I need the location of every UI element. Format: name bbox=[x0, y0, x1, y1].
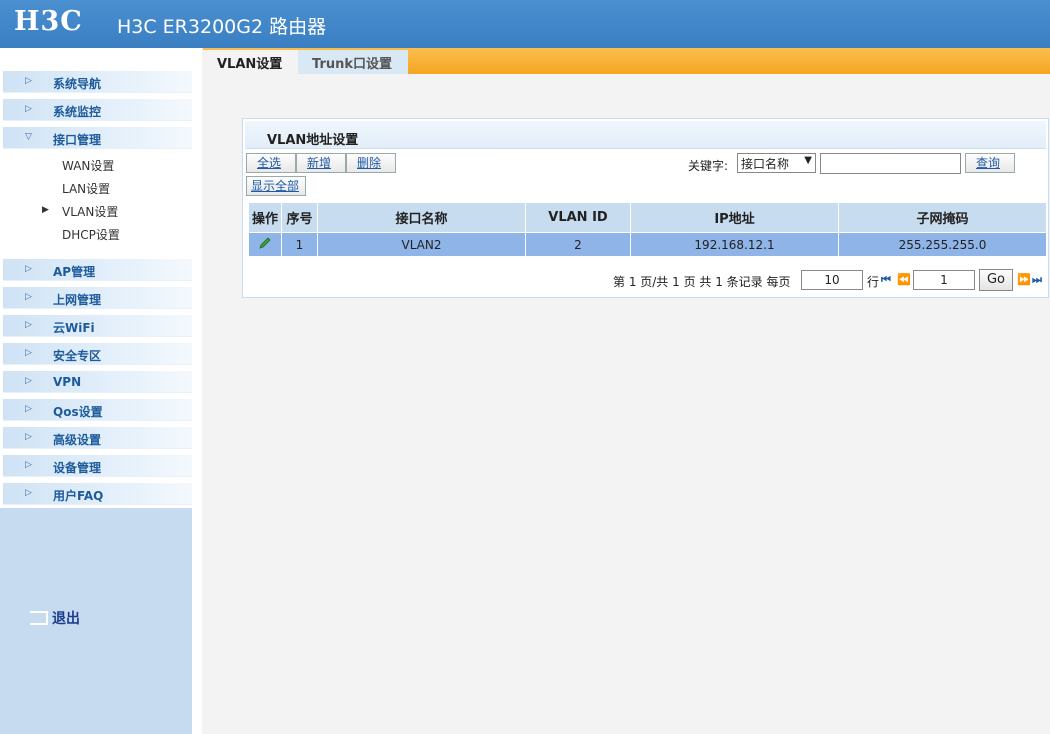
collapsed-arrow-icon: ▷ bbox=[25, 488, 32, 498]
nav-item-internet-management[interactable]: ▷ 上网管理 bbox=[3, 287, 192, 309]
pager: 第 1 页/共 1 页 共 1 条记录 每页 10 行 ⏮ ⏪ 1 Go ⏩ ⏭ bbox=[613, 269, 1043, 291]
col-action: 操作 bbox=[248, 202, 282, 233]
row-index: 1 bbox=[281, 232, 318, 257]
table-row[interactable]: 1 VLAN2 2 192.168.12.1 255.255.255.0 bbox=[248, 232, 1047, 257]
add-button[interactable]: 新增 bbox=[296, 153, 346, 173]
page-number-input[interactable]: 1 bbox=[913, 270, 975, 290]
vlan-address-panel: VLAN地址设置 全选 新增 删除 显示全部 关键字: 接口名称 ▼ 查询 操作 … bbox=[242, 118, 1049, 298]
col-interface-name: 接口名称 bbox=[317, 202, 526, 233]
nav-item-cloud-wifi[interactable]: ▷ 云WiFi bbox=[3, 315, 192, 337]
tab-trunk-settings[interactable]: Trunk口设置 bbox=[298, 50, 408, 74]
nav-item-ap[interactable]: ▷ AP管理 bbox=[3, 259, 192, 281]
panel-header: VLAN地址设置 bbox=[245, 121, 1046, 149]
next-page-icon[interactable]: ⏩ bbox=[1017, 273, 1031, 286]
panel-title: VLAN地址设置 bbox=[267, 133, 359, 148]
tab-bar: VLAN设置 Trunk口设置 bbox=[203, 48, 1050, 74]
sub-item-dhcp[interactable]: DHCP设置 bbox=[62, 226, 120, 243]
delete-button[interactable]: 删除 bbox=[346, 153, 396, 173]
row-subnet-mask: 255.255.255.0 bbox=[838, 232, 1047, 257]
product-title: H3C ER3200G2 路由器 bbox=[117, 16, 327, 38]
query-button[interactable]: 查询 bbox=[965, 153, 1015, 173]
nav-item-faq[interactable]: ▷ 用户FAQ bbox=[3, 483, 192, 505]
per-page-input[interactable]: 10 bbox=[801, 270, 863, 290]
collapsed-arrow-icon: ▷ bbox=[25, 292, 32, 302]
h3c-logo: H3C bbox=[14, 6, 83, 37]
col-index: 序号 bbox=[281, 202, 318, 233]
col-ip-address: IP地址 bbox=[630, 202, 839, 233]
nav-item-system-nav[interactable]: ▷ 系统导航 bbox=[3, 71, 192, 93]
chevron-down-icon: ▼ bbox=[804, 155, 812, 166]
collapsed-arrow-icon: ▷ bbox=[25, 432, 32, 442]
keyword-select[interactable]: 接口名称 ▼ bbox=[737, 153, 816, 173]
nav-item-advanced[interactable]: ▷ 高级设置 bbox=[3, 427, 192, 449]
row-ip-address: 192.168.12.1 bbox=[630, 232, 839, 257]
collapsed-arrow-icon: ▷ bbox=[25, 348, 32, 358]
collapsed-arrow-icon: ▷ bbox=[25, 404, 32, 414]
collapsed-arrow-icon: ▷ bbox=[25, 264, 32, 274]
show-all-button[interactable]: 显示全部 bbox=[246, 176, 306, 196]
row-unit-label: 行 bbox=[867, 275, 880, 289]
prev-page-icon[interactable]: ⏪ bbox=[897, 273, 911, 286]
nav-item-interface-management[interactable]: ▽ 接口管理 bbox=[3, 127, 192, 149]
collapsed-arrow-icon: ▷ bbox=[25, 376, 32, 386]
header: H3C H3C ER3200G2 路由器 bbox=[0, 0, 1050, 48]
go-button[interactable]: Go bbox=[979, 269, 1013, 291]
tab-vlan-settings[interactable]: VLAN设置 bbox=[203, 50, 298, 74]
logout-button[interactable]: 退出 bbox=[30, 608, 80, 628]
sub-item-wan[interactable]: WAN设置 bbox=[62, 157, 114, 174]
edit-cell[interactable] bbox=[248, 232, 282, 257]
col-vlan-id: VLAN ID bbox=[525, 202, 631, 233]
select-all-button[interactable]: 全选 bbox=[246, 153, 296, 173]
edit-pencil-icon[interactable] bbox=[258, 236, 272, 250]
last-page-icon[interactable]: ⏭ bbox=[1032, 273, 1042, 287]
keyword-label: 关键字: bbox=[688, 159, 729, 173]
collapsed-arrow-icon: ▷ bbox=[25, 104, 32, 114]
first-page-icon[interactable]: ⏮ bbox=[881, 273, 891, 287]
row-vlan-id: 2 bbox=[525, 232, 631, 257]
keyword-input[interactable] bbox=[820, 153, 961, 174]
nav-item-security[interactable]: ▷ 安全专区 bbox=[3, 343, 192, 365]
nav-item-qos[interactable]: ▷ Qos设置 bbox=[3, 399, 192, 421]
col-subnet-mask: 子网掩码 bbox=[838, 202, 1047, 233]
vlan-table: 操作 序号 接口名称 VLAN ID IP地址 子网掩码 1 VLAN2 2 1… bbox=[248, 202, 1047, 257]
nav-item-system-monitor[interactable]: ▷ 系统监控 bbox=[3, 99, 192, 121]
logout-icon bbox=[30, 611, 48, 625]
nav-item-vpn[interactable]: ▷ VPN bbox=[3, 371, 192, 393]
collapsed-arrow-icon: ▷ bbox=[25, 76, 32, 86]
row-interface-name: VLAN2 bbox=[317, 232, 526, 257]
pager-summary: 第 1 页/共 1 页 共 1 条记录 每页 bbox=[613, 275, 791, 289]
sidebar: ▷ 系统导航 ▷ 系统监控 ▽ 接口管理 WAN设置 LAN设置 ▶ VLAN设置 D… bbox=[0, 48, 202, 734]
collapsed-arrow-icon: ▷ bbox=[25, 460, 32, 470]
sub-item-lan[interactable]: LAN设置 bbox=[62, 180, 110, 197]
collapsed-arrow-icon: ▷ bbox=[25, 320, 32, 330]
nav-item-device-management[interactable]: ▷ 设备管理 bbox=[3, 455, 192, 477]
expanded-arrow-icon: ▽ bbox=[25, 132, 32, 142]
sub-item-vlan[interactable]: VLAN设置 bbox=[62, 203, 118, 220]
current-item-arrow-icon: ▶ bbox=[42, 205, 49, 215]
table-header-row: 操作 序号 接口名称 VLAN ID IP地址 子网掩码 bbox=[248, 202, 1047, 233]
